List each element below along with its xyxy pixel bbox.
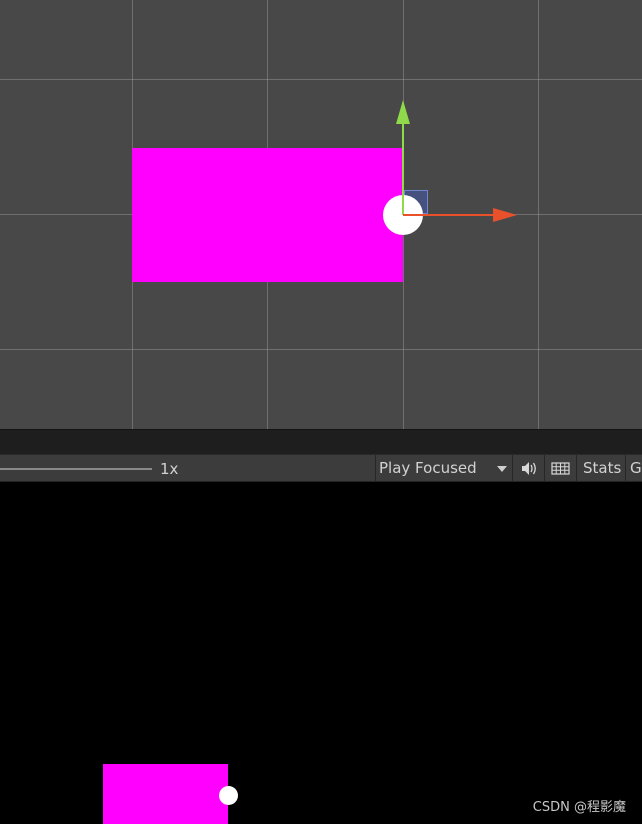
move-tool-x-arrow-icon[interactable] bbox=[493, 208, 517, 222]
gizmos-button[interactable]: G bbox=[626, 455, 642, 482]
scale-label: 1x bbox=[160, 460, 179, 478]
gizmos-label: G bbox=[630, 459, 642, 477]
scale-slider[interactable] bbox=[0, 468, 152, 470]
stats-label: Stats bbox=[583, 459, 622, 477]
speaker-icon bbox=[522, 462, 536, 475]
game-view-toolbar: 1x Play Focused Stats G bbox=[0, 454, 642, 482]
game-circle bbox=[219, 786, 238, 805]
move-gizmo[interactable] bbox=[0, 0, 642, 429]
shortcuts-button[interactable] bbox=[545, 455, 576, 482]
game-view[interactable]: CSDN @程影魔 bbox=[0, 482, 642, 824]
scene-view[interactable] bbox=[0, 0, 642, 429]
play-mode-label: Play Focused bbox=[379, 459, 477, 477]
panel-divider bbox=[0, 429, 642, 454]
stats-button[interactable]: Stats bbox=[577, 455, 625, 482]
play-mode-dropdown[interactable]: Play Focused bbox=[376, 455, 511, 482]
game-sprite-rectangle bbox=[103, 764, 228, 824]
keyboard-icon bbox=[551, 462, 570, 475]
chevron-down-icon bbox=[497, 466, 507, 472]
mute-audio-button[interactable] bbox=[513, 455, 544, 482]
watermark: CSDN @程影魔 bbox=[532, 800, 626, 815]
move-tool-y-arrow-icon[interactable] bbox=[396, 100, 410, 124]
unity-editor: 1x Play Focused Stats G CSDN @程影魔 bbox=[0, 0, 642, 824]
